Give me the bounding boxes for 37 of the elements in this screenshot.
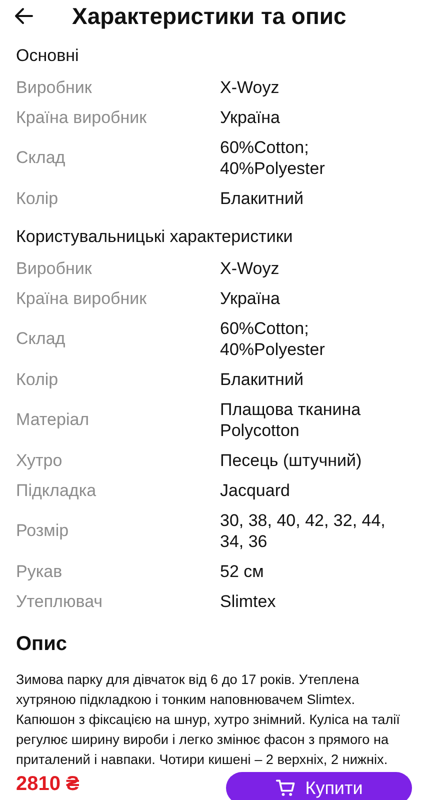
attribute-value: 30, 38, 40, 42, 32, 44, 34, 36 [220,510,386,552]
attribute-value: X-Woyz [220,258,280,278]
section-title: Користувальницькі характеристики [16,226,294,248]
back-arrow-icon[interactable] [14,6,34,26]
attribute-value: Блакитний [220,188,304,208]
price: 2810 ₴ [16,772,80,796]
page-title: Характеристики та опис [72,2,346,30]
attribute-value: Slimtex [220,590,277,612]
attribute-label: Рукав [16,560,64,582]
section-title: Основні [16,45,80,67]
attribute-label: Утеплювач [16,590,104,612]
buy-button[interactable]: Купити [226,772,412,800]
attribute-value: X-Woyz [220,76,280,98]
attribute-value: 60%Cotton; 40%Polyester [220,136,326,178]
attribute-label: Виробник [16,258,93,278]
attribute-value: Україна [220,288,281,308]
attribute-value: Jacquard [220,480,291,500]
description-text: Зимова парку для дівчаток від 6 до 17 років. Утеплена хутряною підкладкою і тонким наповнювачем Slimtex. Капюшон з фіксацією на шнур, хутро знімний. Куліса на талії регулює ширину вироби і легко змінює фасон з прямого на приталений і навпаки. Чотири кишені – 2 верхніх, 2 нижніх. [15,671,401,769]
attribute-value: Плащова тканина Polycotton [220,398,362,440]
cart-icon [275,777,298,799]
attribute-label: Підкладка [16,480,98,500]
attribute-label: Виробник [16,76,93,98]
attribute-value: 60%Cotton; 40%Polyester [220,318,326,360]
attribute-value: Песець (штучний) [220,450,363,470]
attribute-label: Колір [16,368,60,390]
attribute-value: 52 см [220,560,265,582]
attribute-label: Розмір [16,520,70,541]
attribute-label: Склад [16,147,66,168]
attribute-label: Колір [16,188,60,208]
attribute-value: Україна [220,106,281,128]
attribute-label: Країна виробник [16,288,148,308]
attribute-label: Країна виробник [16,106,148,128]
attribute-label: Матеріал [16,409,90,430]
attribute-label: Склад [16,328,66,349]
description-title: Опис [15,632,68,656]
attribute-value: Блакитний [220,368,304,390]
attribute-label: Хутро [16,450,64,470]
